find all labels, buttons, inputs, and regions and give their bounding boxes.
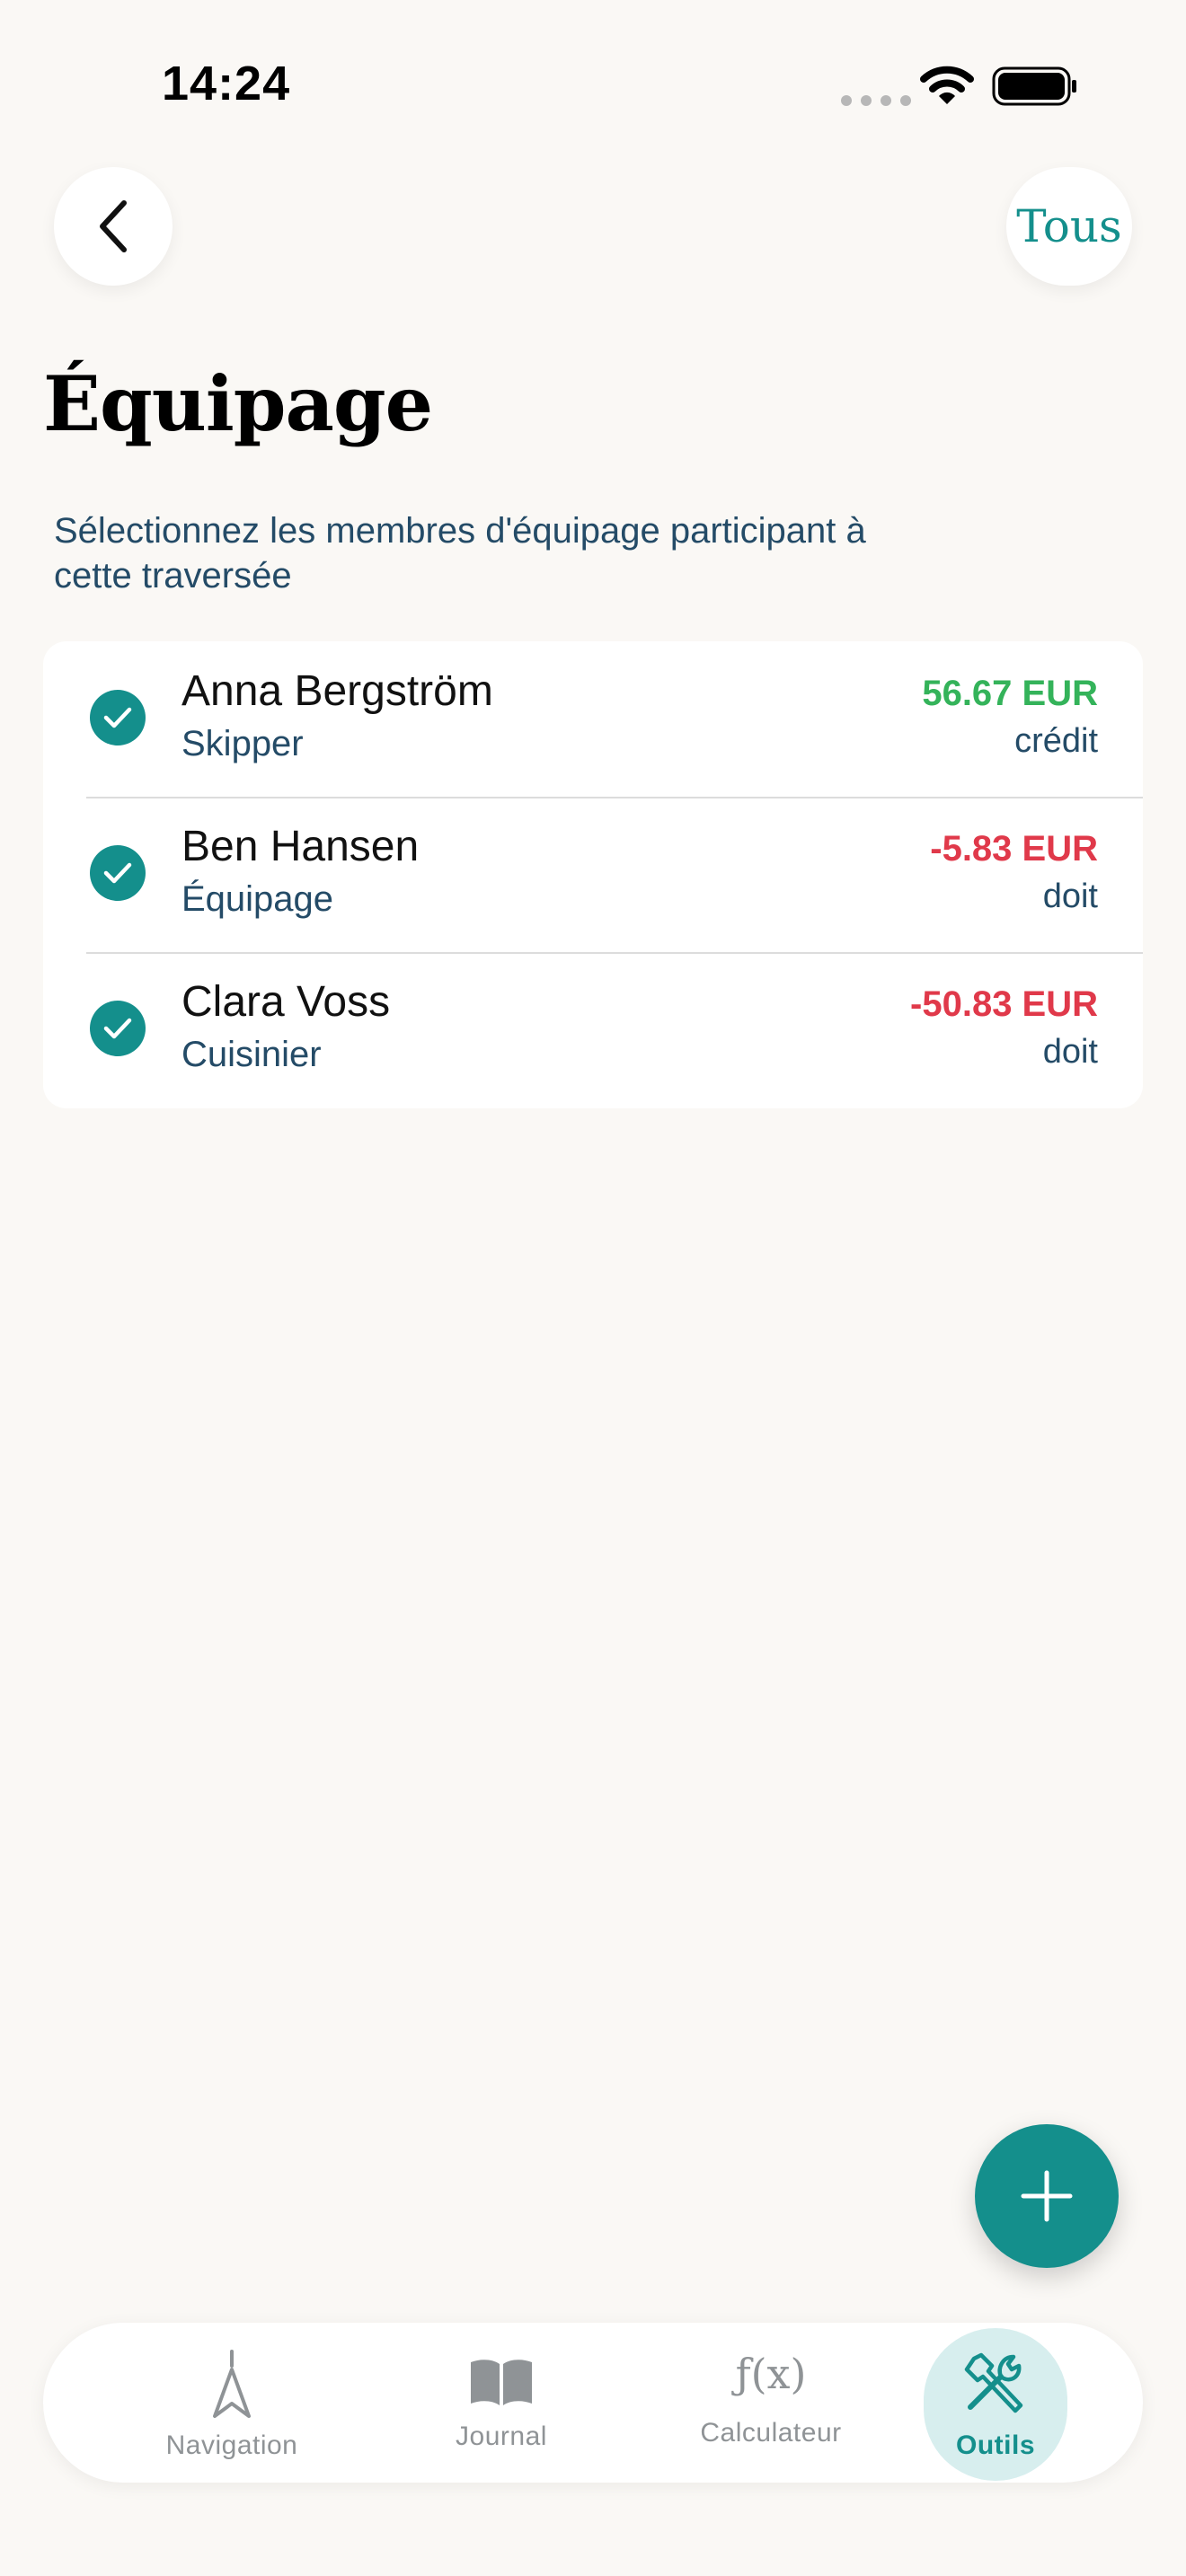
status-time: 14:24 [162, 57, 291, 110]
tab-outils[interactable]: Outils [924, 2323, 1067, 2483]
tools-icon [964, 2352, 1023, 2413]
compass-arrow-icon [213, 2350, 251, 2418]
member-role: Cuisinier [181, 1035, 322, 1074]
member-balance: -50.83 EUR [910, 984, 1098, 1024]
member-balance: 56.67 EUR [922, 674, 1098, 713]
member-balance-status: crédit [1014, 722, 1098, 760]
member-name: Clara Voss [181, 978, 391, 1026]
crew-row-ben[interactable]: Ben Hansen Équipage -5.83 EUR doit [43, 797, 1143, 952]
back-button[interactable] [54, 167, 173, 286]
wifi-icon [920, 66, 974, 104]
checkmark-icon[interactable] [90, 845, 146, 901]
page-title: Équipage [43, 359, 433, 448]
plus-icon [1021, 2170, 1073, 2222]
checkmark-icon[interactable] [90, 1001, 146, 1056]
cellular-signal-icon [841, 95, 911, 106]
page-subtitle: Sélectionnez les membres d'équipage part… [54, 511, 866, 595]
member-name: Anna Bergström [181, 667, 493, 715]
chevron-left-icon [100, 200, 127, 252]
select-all-button[interactable]: Tous [1006, 167, 1132, 286]
member-balance-status: doit [1042, 878, 1098, 915]
member-balance: -5.83 EUR [930, 829, 1098, 869]
battery-icon [992, 66, 1076, 106]
book-icon [471, 2360, 532, 2405]
status-bar: 14:24 [0, 0, 1186, 171]
member-role: Skipper [181, 724, 304, 763]
crew-list: Anna Bergström Skipper 56.67 EUR crédit … [43, 641, 1143, 1108]
tab-label: Navigation [165, 2430, 298, 2460]
member-balance-status: doit [1042, 1033, 1098, 1071]
function-icon: ƒ(x) [735, 2350, 807, 2398]
tab-label: Journal [456, 2422, 547, 2451]
tab-journal[interactable]: Journal [376, 2323, 627, 2483]
member-role: Équipage [181, 879, 334, 919]
checkmark-icon[interactable] [90, 690, 146, 745]
tab-navigation[interactable]: Navigation [106, 2323, 358, 2483]
bottom-tab-bar: Navigation Journal ƒ(x) Calculateur Outi… [43, 2323, 1143, 2483]
crew-row-anna[interactable]: Anna Bergström Skipper 56.67 EUR crédit [43, 641, 1143, 797]
crew-row-clara[interactable]: Clara Voss Cuisinier -50.83 EUR doit [43, 952, 1143, 1107]
tab-calculateur[interactable]: ƒ(x) Calculateur [645, 2323, 897, 2483]
add-crew-member-button[interactable] [975, 2124, 1119, 2268]
tab-label: Outils [955, 2430, 1036, 2460]
tab-label: Calculateur [700, 2418, 842, 2448]
member-name: Ben Hansen [181, 823, 420, 870]
